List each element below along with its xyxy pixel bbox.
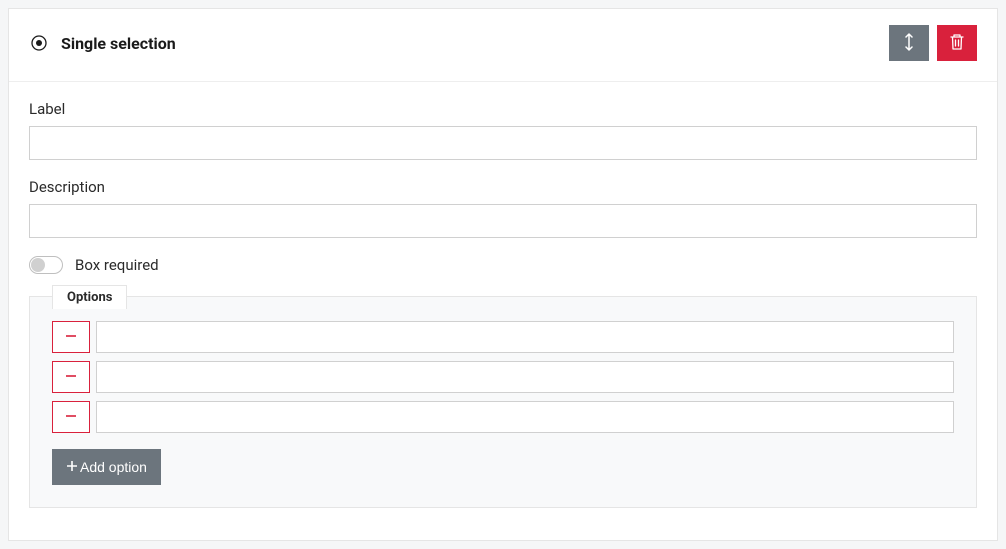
minus-icon bbox=[64, 409, 78, 426]
description-field-label: Description bbox=[29, 178, 977, 196]
remove-option-button[interactable] bbox=[52, 361, 90, 393]
minus-icon bbox=[64, 329, 78, 346]
options-tab-label: Options bbox=[52, 285, 127, 309]
card-body: Label Description Box required Options bbox=[9, 82, 997, 526]
delete-button[interactable] bbox=[937, 25, 977, 61]
header-actions bbox=[889, 25, 977, 61]
option-row bbox=[52, 321, 954, 353]
required-toggle-label: Box required bbox=[75, 256, 159, 274]
add-option-label: Add option bbox=[80, 459, 147, 475]
option-row bbox=[52, 361, 954, 393]
description-input[interactable] bbox=[29, 204, 977, 238]
required-toggle[interactable] bbox=[29, 256, 63, 274]
option-row bbox=[52, 401, 954, 433]
label-field-group: Label bbox=[29, 100, 977, 160]
remove-option-button[interactable] bbox=[52, 401, 90, 433]
trash-icon bbox=[949, 33, 965, 54]
label-field-label: Label bbox=[29, 100, 977, 118]
options-box: Options bbox=[29, 296, 977, 508]
plus-icon bbox=[66, 459, 78, 475]
radio-circle-icon bbox=[31, 35, 47, 51]
option-input[interactable] bbox=[96, 401, 954, 433]
minus-icon bbox=[64, 369, 78, 386]
move-button[interactable] bbox=[889, 25, 929, 61]
header-left: Single selection bbox=[31, 34, 176, 53]
card-header: Single selection bbox=[9, 9, 997, 82]
remove-option-button[interactable] bbox=[52, 321, 90, 353]
required-toggle-row: Box required bbox=[29, 256, 977, 274]
label-input[interactable] bbox=[29, 126, 977, 160]
option-input[interactable] bbox=[96, 361, 954, 393]
description-field-group: Description bbox=[29, 178, 977, 238]
form-builder-card: Single selection Label bbox=[8, 8, 998, 541]
arrows-vertical-icon bbox=[901, 33, 917, 54]
add-option-button[interactable]: Add option bbox=[52, 449, 161, 485]
card-title: Single selection bbox=[61, 34, 176, 53]
option-input[interactable] bbox=[96, 321, 954, 353]
